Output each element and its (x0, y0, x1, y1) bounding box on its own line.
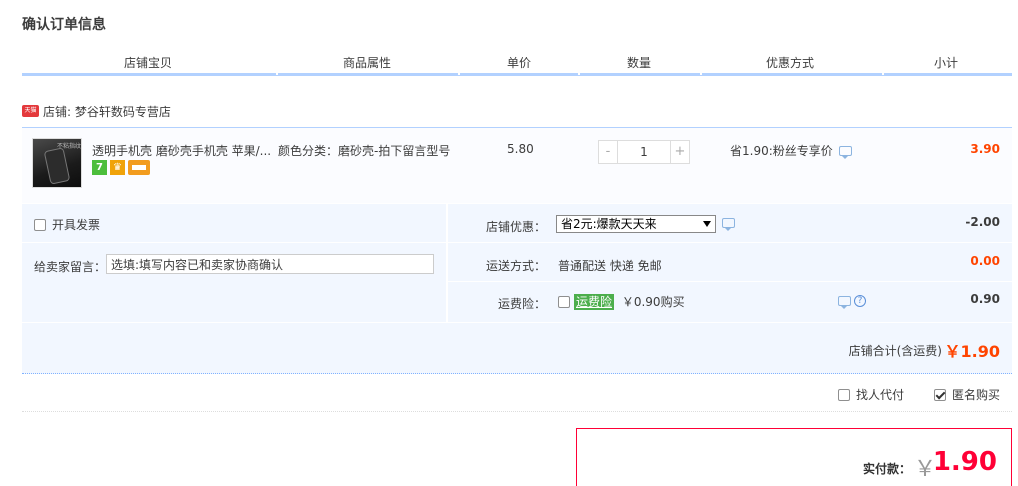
page-title: 确认订单信息 (22, 17, 106, 33)
seven-day-return-icon[interactable]: 7 (92, 160, 107, 175)
column-separator (882, 72, 884, 75)
help-icon[interactable]: ? (854, 295, 866, 307)
insurance-label: 运费险： (497, 297, 546, 311)
proxy-pay-label: 找人代付 (855, 388, 904, 402)
coupon-selected-value: 省2元:爆款天天来 (561, 217, 657, 231)
credit-card-icon[interactable] (128, 160, 150, 175)
shop-total: 店铺合计(含运费) ￥1.90 (22, 322, 1012, 374)
quantity-stepper: - + (598, 140, 690, 164)
column-header-price: 单价 (507, 56, 532, 70)
divider (22, 242, 446, 243)
coupon-amount: -2.00 (965, 215, 1000, 229)
shop-row: 天猫 店铺: 梦谷轩数码专营店 (22, 102, 171, 120)
column-separator (700, 72, 702, 75)
insurance-checkbox[interactable] (558, 296, 570, 308)
shop-name-link[interactable]: 店铺: 梦谷轩数码专营店 (43, 103, 171, 120)
shipping-method: 普通配送 快递 免邮 (558, 259, 662, 273)
quantity-input[interactable] (618, 140, 670, 164)
shipping-amount: 0.00 (970, 254, 1000, 268)
chat-icon[interactable] (838, 296, 851, 309)
dropdown-arrow-icon (703, 221, 711, 227)
proxy-pay-checkbox[interactable] (837, 389, 850, 401)
guarantee-icon[interactable]: ♛ (110, 160, 125, 175)
anonymous-purchase-label: 匿名购买 (951, 388, 1000, 402)
invoice-label: 开具发票 (52, 218, 101, 232)
insurance-price: ￥0.90购买 (621, 295, 685, 309)
proxy-pay-option[interactable]: 找人代付 (837, 386, 904, 403)
quantity-decrease-button[interactable]: - (598, 140, 618, 164)
insurance-link[interactable]: 运费险 (574, 294, 615, 310)
shop-total-amount: ￥1.90 (944, 342, 1000, 361)
tmall-icon: 天猫 (22, 105, 39, 117)
column-header-attribute: 商品属性 (343, 56, 392, 70)
item-unit-price: 5.80 (507, 142, 534, 156)
item-discount: 省1.90:粉丝专享价 (730, 142, 852, 159)
final-payment-amount: 1.90 (932, 447, 997, 477)
order-item-row: 不粘指纹 透明手机壳 磨砂壳手机壳 苹果/... 7 ♛ 颜色分类：磨砂壳-拍下… (22, 127, 1012, 203)
service-icons: 7 ♛ (92, 160, 150, 175)
column-header-discount: 优惠方式 (766, 56, 815, 70)
shipping-label: 运送方式： (485, 259, 546, 273)
final-payment-box: 实付款： ￥ 1.90 (576, 428, 1012, 486)
insurance-amount: 0.90 (970, 292, 1000, 306)
phone-case-image (43, 147, 71, 185)
divider (448, 281, 1012, 282)
column-separator (276, 72, 278, 75)
column-separator (578, 72, 580, 75)
invoice-option[interactable]: 开具发票 (34, 216, 100, 233)
chat-icon[interactable] (838, 146, 852, 159)
divider (448, 242, 1012, 243)
column-separator (458, 72, 460, 75)
coupon-label: 店铺优惠： (485, 220, 546, 234)
invoice-checkbox[interactable] (34, 219, 46, 231)
item-subtotal: 3.90 (970, 142, 1000, 156)
chat-icon[interactable] (722, 218, 735, 231)
payment-options: 找人代付 匿名购买 (837, 386, 1000, 403)
column-header-subtotal: 小计 (934, 56, 959, 70)
memo-label: 给卖家留言： (34, 260, 107, 274)
item-thumbnail[interactable]: 不粘指纹 (32, 138, 82, 188)
column-header-quantity: 数量 (627, 56, 652, 70)
seller-memo-input[interactable] (106, 254, 434, 274)
shop-total-label: 店铺合计(含运费) (848, 344, 942, 358)
divider (22, 411, 1012, 412)
item-title-link[interactable]: 透明手机壳 磨砂壳手机壳 苹果/... (92, 142, 272, 159)
column-header: 店铺宝贝 商品属性 单价 数量 优惠方式 小计 (22, 48, 1012, 76)
item-attribute: 颜色分类：磨砂壳-拍下留言型号 (278, 144, 451, 158)
item-discount-text: 省1.90:粉丝专享价 (730, 144, 833, 158)
order-options-panel: 开具发票 给卖家留言： 店铺优惠： 省2元:爆款天天来 -2.00 运送方式： … (22, 204, 1012, 322)
anonymous-purchase-option[interactable]: 匿名购买 (933, 386, 1000, 403)
coupon-select[interactable]: 省2元:爆款天天来 (556, 215, 716, 233)
column-header-shop-item: 店铺宝贝 (124, 56, 173, 70)
quantity-increase-button[interactable]: + (670, 140, 690, 164)
insurance-option: 运费险 ￥0.90购买 (558, 293, 685, 310)
final-payment-label: 实付款： (862, 462, 911, 476)
anonymous-purchase-checkbox[interactable] (933, 389, 946, 401)
